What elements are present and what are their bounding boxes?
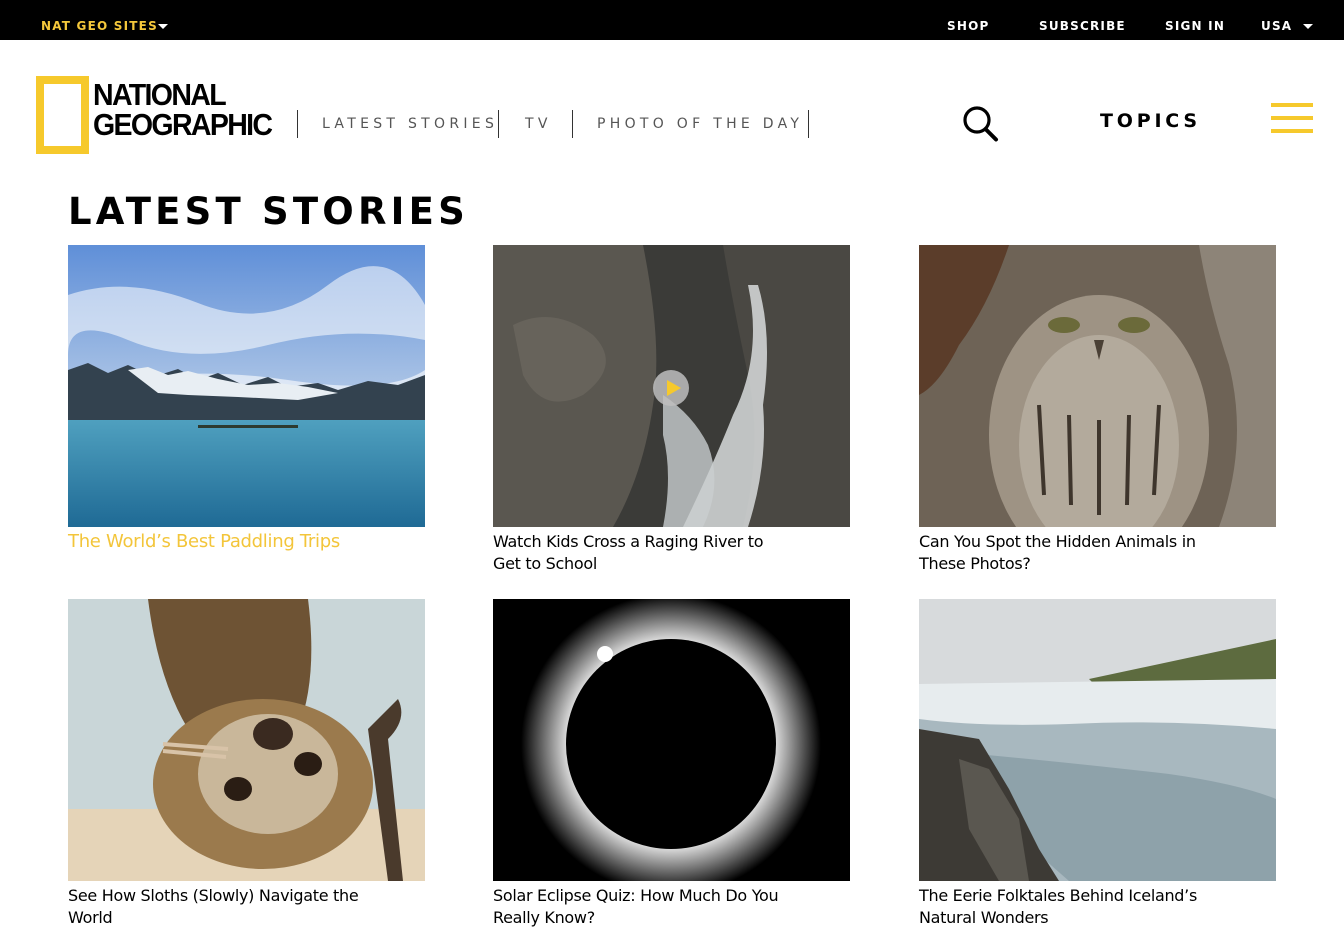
site-logo[interactable]: NATIONAL GEOGRAPHIC bbox=[93, 77, 273, 142]
hamburger-menu-icon[interactable] bbox=[1271, 103, 1315, 135]
logo-yellow-border-icon[interactable] bbox=[36, 76, 89, 154]
story-title[interactable]: See How Sloths (Slowly) Navigate the Wor… bbox=[68, 885, 368, 929]
play-video-icon[interactable] bbox=[653, 370, 689, 406]
logo-line2: GEOGRAPHIC bbox=[93, 107, 273, 142]
story-image-owl[interactable] bbox=[919, 245, 1276, 527]
story-image-eclipse[interactable] bbox=[493, 599, 850, 881]
nav-tv[interactable]: TV bbox=[525, 116, 552, 132]
chevron-down-icon bbox=[158, 24, 168, 29]
nav-divider bbox=[572, 110, 573, 138]
story-title[interactable]: Watch Kids Cross a Raging River to Get t… bbox=[493, 531, 793, 575]
story-image-river[interactable] bbox=[493, 245, 850, 527]
top-utility-bar: NAT GEO SITES SHOP SUBSCRIBE SIGN IN USA bbox=[0, 0, 1344, 40]
story-image-waterfall[interactable] bbox=[919, 599, 1276, 881]
nav-divider bbox=[808, 110, 809, 138]
search-icon[interactable] bbox=[960, 104, 1000, 142]
story-title[interactable]: Solar Eclipse Quiz: How Much Do You Real… bbox=[493, 885, 793, 929]
sign-in-link[interactable]: SIGN IN bbox=[1165, 0, 1225, 40]
story-image-lake[interactable] bbox=[68, 245, 425, 527]
region-selector[interactable]: USA bbox=[1261, 0, 1292, 40]
nav-latest-stories[interactable]: LATEST STORIES bbox=[322, 116, 498, 132]
nat-geo-sites-menu[interactable]: NAT GEO SITES bbox=[41, 0, 158, 40]
chevron-down-icon bbox=[1303, 24, 1313, 29]
story-title[interactable]: Can You Spot the Hidden Animals in These… bbox=[919, 531, 1219, 575]
logo-line1: NATIONAL bbox=[93, 77, 227, 112]
nav-divider bbox=[297, 110, 298, 138]
topics-menu[interactable]: TOPICS bbox=[1100, 110, 1201, 132]
nav-divider bbox=[498, 110, 499, 138]
story-title[interactable]: The Eerie Folktales Behind Iceland’s Nat… bbox=[919, 885, 1219, 929]
story-card[interactable]: The World’s Best Paddling Trips bbox=[68, 245, 425, 553]
story-card[interactable]: The Eerie Folktales Behind Iceland’s Nat… bbox=[919, 599, 1276, 929]
story-card[interactable]: Watch Kids Cross a Raging River to Get t… bbox=[493, 245, 850, 575]
story-image-sloth[interactable] bbox=[68, 599, 425, 881]
story-card[interactable]: See How Sloths (Slowly) Navigate the Wor… bbox=[68, 599, 425, 929]
story-card[interactable]: Solar Eclipse Quiz: How Much Do You Real… bbox=[493, 599, 850, 929]
nav-photo-of-the-day[interactable]: PHOTO OF THE DAY bbox=[597, 116, 803, 132]
section-title: LATEST STORIES bbox=[68, 190, 469, 233]
story-title[interactable]: The World’s Best Paddling Trips bbox=[68, 531, 428, 553]
shop-link[interactable]: SHOP bbox=[947, 0, 989, 40]
subscribe-link[interactable]: SUBSCRIBE bbox=[1039, 0, 1126, 40]
story-card[interactable]: Can You Spot the Hidden Animals in These… bbox=[919, 245, 1276, 575]
